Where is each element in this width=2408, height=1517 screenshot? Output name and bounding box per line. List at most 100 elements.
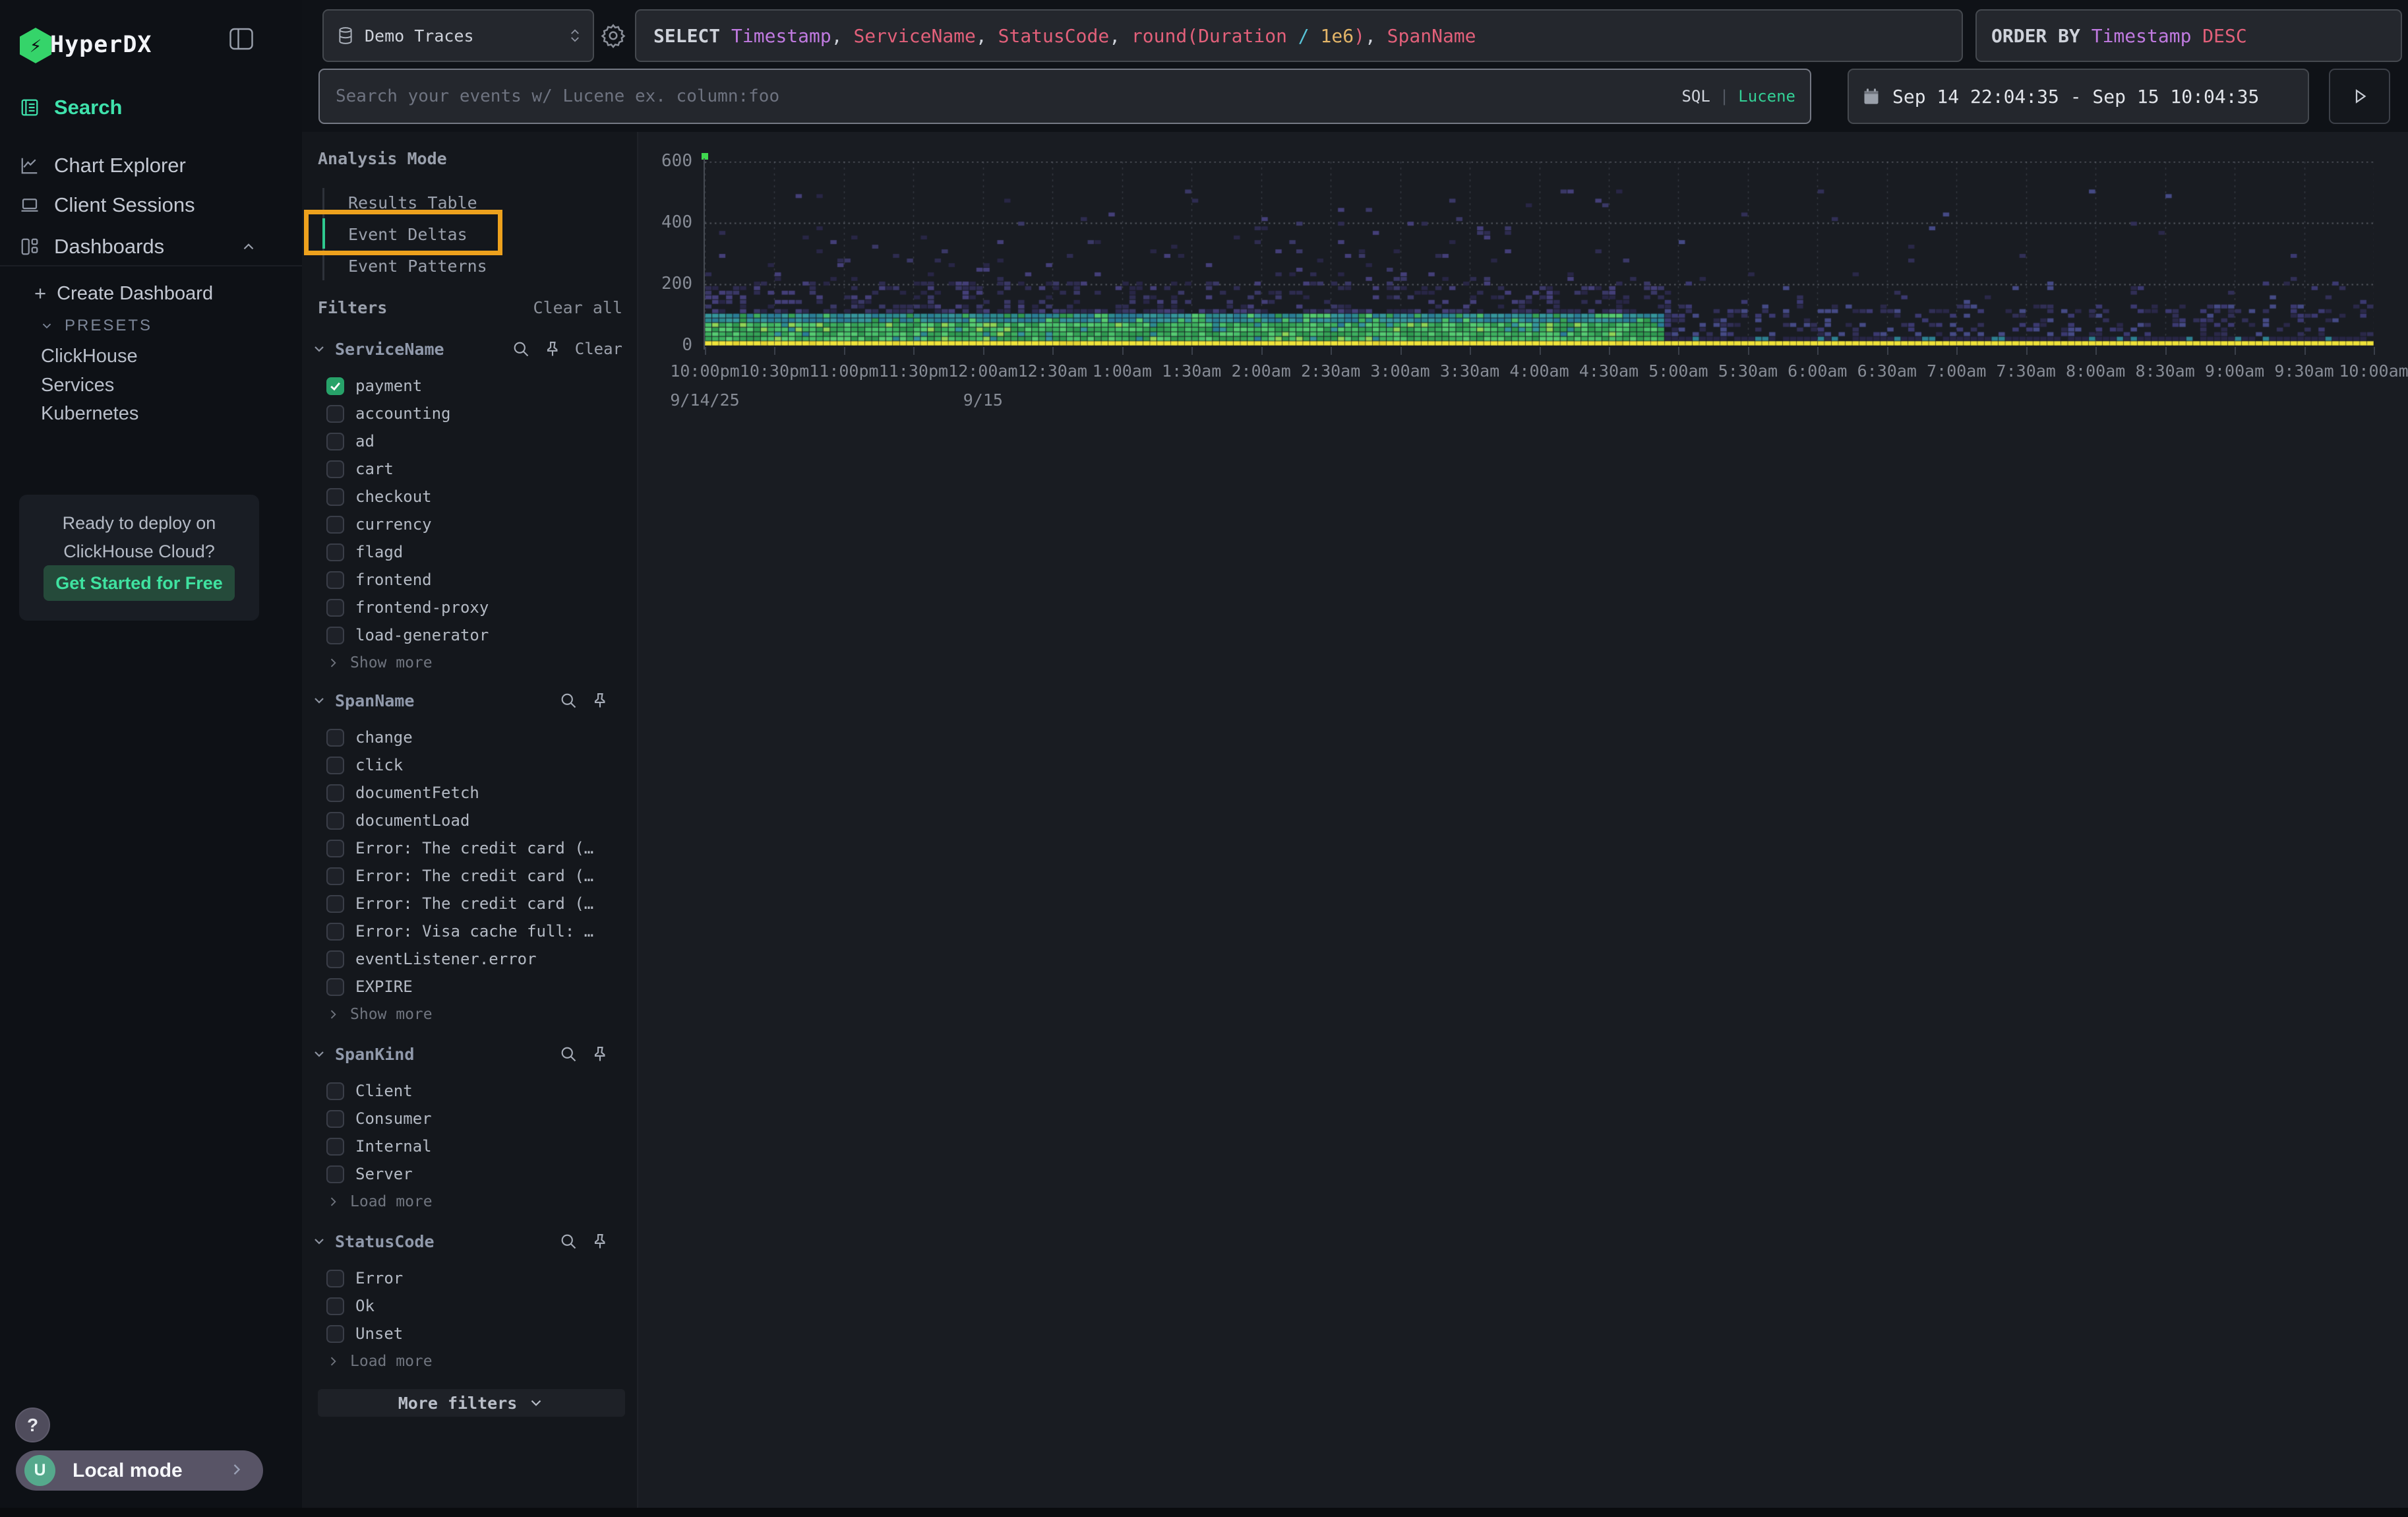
clear-all-button[interactable]: Clear all — [533, 298, 622, 317]
checkbox-unchecked[interactable] — [326, 867, 344, 885]
checkbox-unchecked[interactable] — [326, 543, 344, 561]
pin-icon[interactable] — [591, 691, 609, 710]
checkbox-unchecked[interactable] — [326, 923, 344, 941]
filter-option-error-the-credit-card[interactable]: Error: The credit card (… — [326, 834, 617, 862]
load-more-button[interactable]: Load more — [326, 1188, 524, 1216]
filter-option-documentload[interactable]: documentLoad — [326, 807, 617, 834]
checkbox-unchecked[interactable] — [326, 757, 344, 774]
filter-option-change[interactable]: change — [326, 724, 617, 751]
checkbox-unchecked[interactable] — [326, 1110, 344, 1128]
load-more-button[interactable]: Load more — [326, 1347, 524, 1375]
filter-option-click[interactable]: click — [326, 751, 617, 779]
checkbox-unchecked[interactable] — [326, 950, 344, 968]
filter-option-server[interactable]: Server — [326, 1160, 617, 1188]
filter-option-expire[interactable]: EXPIRE — [326, 973, 617, 1001]
search-input[interactable]: Search your events w/ Lucene ex. column:… — [318, 69, 1811, 124]
filter-option-currency[interactable]: currency — [326, 511, 617, 538]
sidebar-item-search[interactable]: Search — [0, 89, 302, 126]
gear-icon[interactable] — [600, 22, 626, 51]
filter-option-consumer[interactable]: Consumer — [326, 1105, 617, 1132]
search-icon[interactable] — [512, 340, 530, 358]
checkbox-unchecked[interactable] — [326, 516, 344, 534]
x-tick-mark — [2165, 347, 2167, 355]
sql-select-input[interactable]: SELECT Timestamp, ServiceName, StatusCod… — [635, 9, 1963, 62]
filter-option-unset[interactable]: Unset — [326, 1320, 617, 1347]
sidebar-item-dashboards[interactable]: Dashboards — [0, 228, 302, 265]
filter-option-eventlistener-error[interactable]: eventListener.error — [326, 945, 617, 973]
search-icon[interactable] — [559, 691, 578, 710]
pin-icon[interactable] — [543, 340, 562, 358]
filter-option-accounting[interactable]: accounting — [326, 400, 617, 427]
checkbox-unchecked[interactable] — [326, 812, 344, 830]
analysis-mode-event-deltas[interactable]: Event Deltas — [348, 218, 559, 250]
lucene-mode-toggle[interactable]: Lucene — [1738, 87, 1795, 106]
filter-option-payment[interactable]: payment — [326, 372, 617, 400]
create-dashboard-button[interactable]: + Create Dashboard — [0, 277, 302, 310]
x-tick-mark — [1470, 347, 1471, 355]
sidebar-item-chart-explorer[interactable]: Chart Explorer — [0, 147, 302, 184]
filter-option-cart[interactable]: cart — [326, 455, 617, 483]
pin-icon[interactable] — [591, 1232, 609, 1251]
sql-mode-toggle[interactable]: SQL — [1681, 87, 1710, 106]
help-button[interactable]: ? — [15, 1408, 50, 1442]
play-button[interactable] — [2329, 69, 2390, 124]
clear-section-button[interactable]: Clear — [575, 340, 622, 358]
checkbox-unchecked[interactable] — [326, 1138, 344, 1156]
checkbox-unchecked[interactable] — [326, 840, 344, 857]
filter-option-documentfetch[interactable]: documentFetch — [326, 779, 617, 807]
checkbox-unchecked[interactable] — [326, 1165, 344, 1183]
filter-option-flagd[interactable]: flagd — [326, 538, 617, 566]
filter-option-client[interactable]: Client — [326, 1077, 617, 1105]
x-tick-label: 10:00am — [2318, 361, 2408, 381]
sidebar: ⚡ HyperDX Search Chart Explorer Client S… — [0, 0, 303, 1517]
analysis-mode-event-patterns[interactable]: Event Patterns — [348, 250, 559, 282]
get-started-button[interactable]: Get Started for Free — [44, 565, 235, 601]
pin-icon[interactable] — [591, 1045, 609, 1063]
more-filters-button[interactable]: More filters — [318, 1389, 625, 1417]
preset-kubernetes[interactable]: Kubernetes — [41, 403, 138, 425]
checkbox-unchecked[interactable] — [326, 1325, 344, 1343]
checkbox-unchecked[interactable] — [326, 488, 344, 506]
checkbox-unchecked[interactable] — [326, 784, 344, 802]
presets-toggle[interactable]: PRESETS — [0, 310, 302, 342]
checkbox-unchecked[interactable] — [326, 433, 344, 450]
checkbox-unchecked[interactable] — [326, 571, 344, 589]
filter-option-error[interactable]: Error — [326, 1264, 617, 1292]
filter-option-error-the-credit-card[interactable]: Error: The credit card (… — [326, 890, 617, 917]
search-icon[interactable] — [559, 1232, 578, 1251]
filter-option-load-generator[interactable]: load-generator — [326, 621, 617, 649]
checkbox-unchecked[interactable] — [326, 895, 344, 913]
checkbox-unchecked[interactable] — [326, 405, 344, 423]
time-range-picker[interactable]: Sep 14 22:04:35 - Sep 15 10:04:35 — [1848, 69, 2309, 124]
filter-option-ad[interactable]: ad — [326, 427, 617, 455]
checkbox-unchecked[interactable] — [326, 1270, 344, 1287]
order-by-input[interactable]: ORDER BY Timestamp DESC — [1975, 9, 2402, 62]
filter-option-internal[interactable]: Internal — [326, 1132, 617, 1160]
filter-option-frontend[interactable]: frontend — [326, 566, 617, 594]
checkbox-unchecked[interactable] — [326, 460, 344, 478]
preset-clickhouse[interactable]: ClickHouse — [41, 346, 138, 367]
checkbox-unchecked[interactable] — [326, 729, 344, 747]
checkbox-unchecked[interactable] — [326, 978, 344, 996]
source-select[interactable]: Demo Traces — [322, 9, 594, 62]
checkbox-unchecked[interactable] — [326, 1082, 344, 1100]
sidebar-item-client-sessions[interactable]: Client Sessions — [0, 187, 302, 224]
filter-option-error-the-credit-card[interactable]: Error: The credit card (… — [326, 862, 617, 890]
search-icon[interactable] — [559, 1045, 578, 1063]
sidebar-collapse-icon[interactable] — [229, 28, 253, 53]
filter-option-frontend-proxy[interactable]: frontend-proxy — [326, 594, 617, 621]
checkbox-unchecked[interactable] — [326, 599, 344, 617]
checkbox-checked[interactable] — [326, 377, 344, 395]
show-more-button[interactable]: Show more — [326, 649, 524, 677]
checkbox-unchecked[interactable] — [326, 627, 344, 644]
filter-option-label: documentFetch — [355, 784, 479, 802]
show-more-button[interactable]: Show more — [326, 1001, 524, 1028]
filter-option-error-visa-cache-full[interactable]: Error: Visa cache full: … — [326, 917, 617, 945]
duration-heatmap-chart[interactable] — [705, 162, 2374, 346]
checkbox-unchecked[interactable] — [326, 1297, 344, 1315]
filter-option-checkout[interactable]: checkout — [326, 483, 617, 511]
local-mode-pill[interactable]: U Local mode — [16, 1450, 263, 1491]
filter-option-ok[interactable]: Ok — [326, 1292, 617, 1320]
analysis-mode-results-table[interactable]: Results Table — [348, 187, 559, 218]
preset-services[interactable]: Services — [41, 375, 114, 396]
